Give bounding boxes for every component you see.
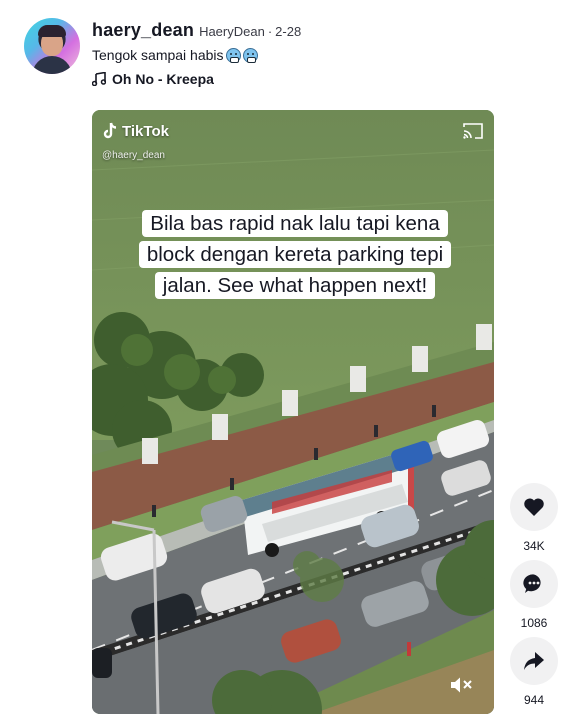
- caption: Tengok sampai habis: [92, 47, 301, 63]
- like-button[interactable]: [510, 483, 558, 531]
- mute-icon[interactable]: [450, 676, 474, 694]
- share-action: 944: [510, 637, 558, 707]
- tiktok-brand: TikTok: [122, 122, 169, 140]
- music-note-icon: [92, 72, 106, 86]
- share-count: 944: [523, 693, 545, 707]
- share-icon: [524, 652, 544, 670]
- username[interactable]: haery_dean: [92, 20, 194, 41]
- video-overlay-text: Bila bas rapid nak lalu tapi kena block …: [136, 208, 454, 301]
- heart-icon: [524, 498, 544, 516]
- separator: ·: [267, 24, 273, 39]
- video-frame: [92, 110, 494, 714]
- nickname[interactable]: HaeryDean: [199, 24, 265, 39]
- cast-icon[interactable]: [462, 122, 484, 140]
- post-date: 2-28: [275, 24, 302, 39]
- tiktok-watermark: TikTok: [102, 122, 169, 140]
- comment-action: 1086: [510, 560, 558, 630]
- comment-button[interactable]: [510, 560, 558, 608]
- music-link[interactable]: Oh No - Kreepa: [92, 71, 301, 87]
- avatar[interactable]: [24, 18, 80, 74]
- share-button[interactable]: [510, 637, 558, 685]
- comment-icon: [523, 574, 541, 593]
- caption-text: Tengok sampai habis: [92, 47, 224, 63]
- tiktok-handle: @haery_dean: [102, 150, 165, 161]
- post-meta: haery_dean HaeryDean · 2-28 Tengok sampa…: [92, 20, 301, 87]
- like-count: 34K: [523, 539, 545, 553]
- video-player[interactable]: TikTok @haery_dean Bila bas rapid nak la…: [92, 110, 494, 714]
- scared-face-emoji: [242, 47, 258, 63]
- scared-face-emoji: [225, 47, 241, 63]
- like-action: 34K: [510, 483, 558, 553]
- tiktok-logo-icon: [103, 122, 117, 139]
- overlay-caption: Bila bas rapid nak lalu tapi kena block …: [138, 210, 452, 299]
- music-title: Oh No - Kreepa: [112, 71, 214, 87]
- comment-count: 1086: [520, 616, 548, 630]
